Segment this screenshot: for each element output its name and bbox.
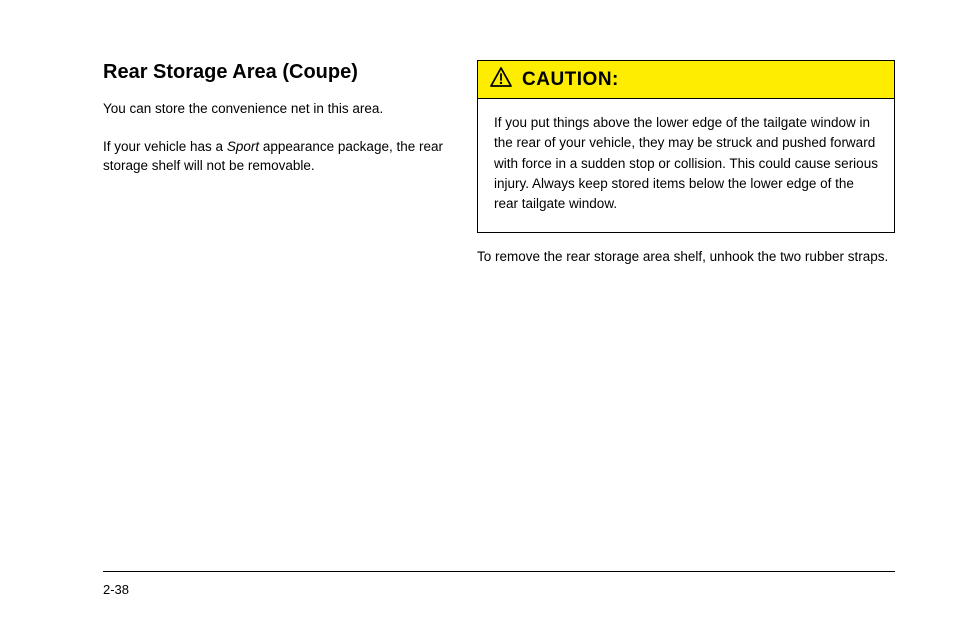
section-heading: Rear Storage Area (Coupe) bbox=[103, 60, 454, 85]
caution-body-text: If you put things above the lower edge o… bbox=[478, 99, 894, 232]
left-paragraph-2: If your vehicle has a Sport appearance p… bbox=[103, 137, 454, 176]
left-p2-part-a: If your vehicle has a bbox=[103, 139, 227, 154]
right-column: CAUTION: If you put things above the low… bbox=[477, 60, 895, 285]
caution-box: CAUTION: If you put things above the low… bbox=[477, 60, 895, 233]
left-column: Rear Storage Area (Coupe) You can store … bbox=[103, 60, 454, 194]
caution-header: CAUTION: bbox=[478, 61, 894, 99]
page: Rear Storage Area (Coupe) You can store … bbox=[0, 0, 954, 636]
left-paragraph-1: You can store the convenience net in thi… bbox=[103, 99, 454, 119]
right-paragraph-1: To remove the rear storage area shelf, u… bbox=[477, 247, 895, 267]
warning-triangle-icon bbox=[490, 67, 512, 92]
left-p2-emphasis: Sport bbox=[227, 139, 259, 154]
caution-label: CAUTION: bbox=[522, 69, 619, 91]
page-number: 2-38 bbox=[103, 582, 129, 597]
footer-rule bbox=[103, 571, 895, 572]
